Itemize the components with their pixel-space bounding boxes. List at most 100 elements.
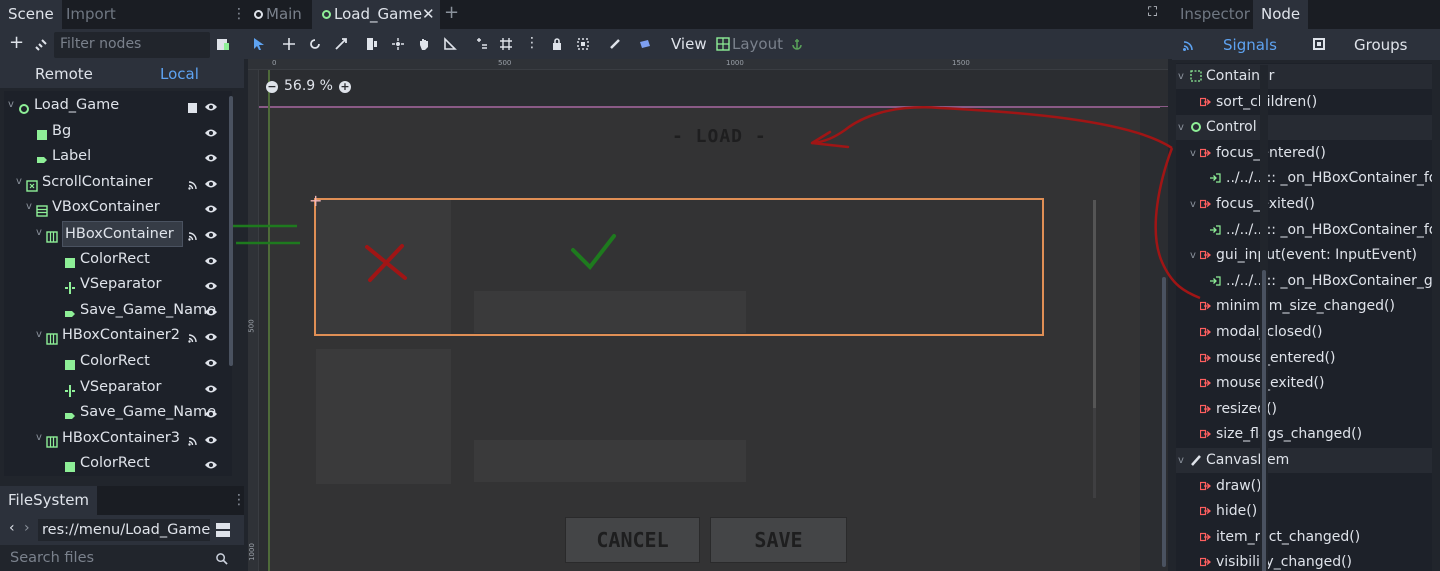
zoom-in-icon[interactable]: +	[338, 81, 351, 93]
viewport-scroll-thumb[interactable]	[1162, 277, 1166, 567]
layout-menu[interactable]: Layout	[732, 35, 783, 53]
bone-icon[interactable]	[608, 37, 622, 51]
signal-category[interactable]: v CanvasItem	[1176, 448, 1432, 473]
signal-connection[interactable]: ../../.. :: _on_HBoxContainer_fo	[1176, 218, 1432, 243]
signals-scrollbar[interactable]	[1260, 65, 1268, 571]
move-mode-icon[interactable]	[282, 37, 296, 51]
close-tab-icon[interactable]: ✕	[422, 0, 435, 29]
signal-item[interactable]: item_rect_changed()	[1176, 525, 1432, 550]
tree-item[interactable]: VSeparator	[4, 375, 232, 399]
chevron-down-icon[interactable]: v	[16, 170, 26, 194]
smart-snap-icon[interactable]	[475, 37, 489, 51]
tree-item[interactable]: ColorRect	[4, 247, 232, 271]
signal-connected-icon[interactable]	[187, 175, 199, 190]
scale-mode-icon[interactable]	[334, 37, 348, 51]
visibility-eye-icon[interactable]	[204, 380, 218, 394]
visibility-eye-icon[interactable]	[204, 175, 218, 189]
chevron-down-icon[interactable]: v	[1178, 115, 1184, 140]
signal-item[interactable]: minimum_size_changed()	[1176, 294, 1432, 319]
tree-item[interactable]: ColorRect	[4, 349, 232, 373]
tree-item[interactable]: v HBoxContainer3	[4, 426, 232, 450]
add-node-icon[interactable]: +	[9, 32, 24, 53]
signal-connection[interactable]: ../../.. :: _on_HBoxContainer_fo	[1176, 166, 1432, 191]
signal-item[interactable]: vfocus_exited()	[1176, 192, 1432, 217]
tree-item[interactable]: Label	[4, 144, 232, 168]
scene-tree-scrollbar[interactable]	[229, 96, 233, 366]
script-attached-icon[interactable]	[187, 98, 199, 113]
signal-item[interactable]: draw()	[1176, 474, 1432, 499]
menu-kebab-icon[interactable]: ⋮	[232, 6, 246, 22]
signal-item[interactable]: mouse_exited()	[1176, 371, 1432, 396]
signal-item[interactable]: visibility_changed()	[1176, 550, 1432, 571]
search-files-field[interactable]	[4, 548, 232, 571]
forward-arrow-icon[interactable]: ›	[24, 520, 30, 536]
tab-main[interactable]: Main	[244, 0, 310, 29]
chevron-down-icon[interactable]: v	[1178, 448, 1184, 473]
signal-category[interactable]: v Container	[1176, 64, 1432, 89]
tree-item[interactable]: v Load_Game	[4, 93, 232, 117]
search-files-input[interactable]	[10, 550, 210, 566]
filter-nodes-field[interactable]	[54, 32, 210, 58]
tab-node[interactable]: Node	[1253, 0, 1309, 29]
chevron-down-icon[interactable]: v	[1190, 192, 1196, 217]
tree-item[interactable]: v HBoxContainer2	[4, 323, 232, 347]
remote-button[interactable]: Remote	[35, 65, 93, 83]
back-arrow-icon[interactable]: ‹	[9, 520, 15, 536]
tab-import[interactable]: Import	[58, 0, 124, 29]
visibility-eye-icon[interactable]	[204, 354, 218, 368]
signal-item[interactable]: resized()	[1176, 397, 1432, 422]
anchor-icon[interactable]	[790, 37, 804, 51]
signal-item[interactable]: v gui_input(event: InputEvent)	[1176, 243, 1432, 268]
visibility-eye-icon[interactable]	[204, 124, 218, 138]
signal-item[interactable]: v focus_entered()	[1176, 141, 1432, 166]
signals-scroll-thumb[interactable]	[1262, 270, 1266, 571]
visibility-eye-icon[interactable]	[204, 405, 218, 419]
snap-options-kebab-icon[interactable]: ⋮	[525, 35, 539, 51]
visibility-eye-icon[interactable]	[204, 456, 218, 470]
local-button[interactable]: Local	[160, 65, 199, 83]
signal-item[interactable]: sort_children()	[1176, 90, 1432, 115]
chevron-down-icon[interactable]: v	[1190, 141, 1196, 166]
visibility-eye-icon[interactable]	[204, 328, 218, 342]
view-menu[interactable]: View	[671, 35, 707, 53]
pan-mode-icon[interactable]	[417, 37, 431, 51]
chevron-down-icon[interactable]: v	[36, 323, 46, 347]
signals-tab[interactable]: Signals	[1223, 36, 1277, 54]
visibility-eye-icon[interactable]	[204, 303, 218, 317]
tab-load-game[interactable]: Load_Game ✕	[312, 0, 440, 29]
cancel-button[interactable]: CANCEL	[565, 517, 700, 563]
lock-icon[interactable]	[550, 37, 564, 51]
signal-item[interactable]: modal_closed()	[1176, 320, 1432, 345]
filter-nodes-input[interactable]	[60, 36, 190, 52]
tree-item[interactable]: VSeparator	[4, 272, 232, 296]
camera-override-icon[interactable]	[638, 37, 652, 51]
signal-connection[interactable]: ../../.. :: _on_HBoxContainer_g	[1176, 269, 1432, 294]
tree-item[interactable]: v HBoxContainer	[4, 221, 232, 247]
visibility-eye-icon[interactable]	[204, 277, 218, 291]
link-icon[interactable]	[34, 38, 48, 52]
rotate-mode-icon[interactable]	[308, 37, 322, 51]
signal-item[interactable]: hide()	[1176, 499, 1432, 524]
visibility-eye-icon[interactable]	[204, 431, 218, 445]
tree-item[interactable]: v ScrollContainer	[4, 170, 232, 194]
add-tab-icon[interactable]: +	[444, 2, 459, 23]
ruler-mode-icon[interactable]	[443, 37, 457, 51]
chevron-down-icon[interactable]: v	[1178, 64, 1184, 89]
signal-item[interactable]: mouse_entered()	[1176, 346, 1432, 371]
save-button[interactable]: SAVE	[710, 517, 847, 563]
split-view-icon[interactable]	[216, 523, 230, 537]
tree-item[interactable]: v VBoxContainer	[4, 195, 232, 219]
chevron-down-icon[interactable]: v	[36, 426, 46, 450]
tab-inspector[interactable]: Inspector	[1172, 0, 1258, 29]
signal-category[interactable]: v Control	[1176, 115, 1432, 141]
visibility-eye-icon[interactable]	[204, 98, 218, 112]
chevron-down-icon[interactable]: v	[26, 195, 36, 219]
tree-item[interactable]: Save_Game_Name	[4, 298, 232, 322]
visibility-eye-icon[interactable]	[204, 226, 218, 240]
signal-connected-icon[interactable]	[187, 226, 199, 241]
tree-item[interactable]: Save_Game_Name	[4, 400, 232, 424]
chevron-down-icon[interactable]: v	[8, 93, 18, 117]
tab-scene[interactable]: Scene	[0, 0, 62, 29]
selected-hboxcontainer-outline[interactable]	[314, 198, 1044, 336]
chevron-down-icon[interactable]: v	[1190, 243, 1196, 268]
